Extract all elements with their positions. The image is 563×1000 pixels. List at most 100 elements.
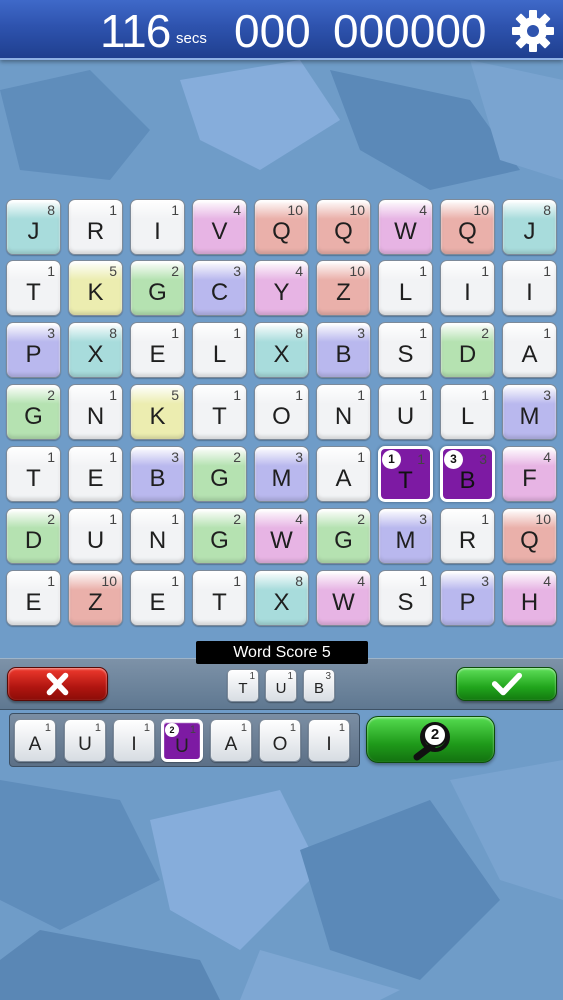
- grid-tile[interactable]: X8: [254, 570, 309, 626]
- grid-tile[interactable]: T1: [6, 260, 61, 316]
- grid-tile[interactable]: N1: [68, 384, 123, 440]
- grid-tile[interactable]: G2: [316, 508, 371, 564]
- grid-tile[interactable]: P3: [6, 322, 61, 378]
- grid-tile[interactable]: E1: [68, 446, 123, 502]
- grid-tile[interactable]: M3: [502, 384, 557, 440]
- grid-tile[interactable]: T11: [378, 446, 433, 502]
- tile-letter: Z: [336, 279, 351, 306]
- tile-points: 1: [94, 722, 101, 734]
- grid-tile[interactable]: I1: [440, 260, 495, 316]
- grid-tile[interactable]: Q 10: [440, 199, 495, 255]
- tile-letter: T: [398, 467, 413, 494]
- grid-tile[interactable]: Y4: [254, 260, 309, 316]
- tile-points: 3: [479, 451, 487, 467]
- grid-tile[interactable]: W4: [316, 570, 371, 626]
- tile-points: 1: [357, 387, 365, 403]
- tile-letter: H: [520, 589, 539, 616]
- tile-points: 1: [419, 325, 427, 341]
- grid-tile[interactable]: Q 10: [254, 199, 309, 255]
- gear-icon[interactable]: [511, 9, 555, 53]
- grid-tile[interactable]: T1: [6, 446, 61, 502]
- grid-tile[interactable]: N1: [130, 508, 185, 564]
- tile-letter: G: [210, 527, 229, 554]
- grid-tile[interactable]: S1: [378, 322, 433, 378]
- grid-tile[interactable]: M3: [378, 508, 433, 564]
- grid-tile[interactable]: E1: [6, 570, 61, 626]
- rack-tile[interactable]: A1: [210, 719, 252, 762]
- hint-button[interactable]: 2: [366, 716, 495, 763]
- grid-tile[interactable]: G2: [6, 384, 61, 440]
- grid-tile[interactable]: L1: [378, 260, 433, 316]
- clear-word-button[interactable]: [7, 667, 108, 701]
- grid-tile[interactable]: J8: [502, 199, 557, 255]
- tile-letter: I: [326, 734, 332, 755]
- grid-tile[interactable]: D2: [440, 322, 495, 378]
- grid-tile[interactable]: D2: [6, 508, 61, 564]
- rack-tile[interactable]: U1: [64, 719, 106, 762]
- grid-tile[interactable]: C3: [192, 260, 247, 316]
- rack-tile[interactable]: U12: [161, 719, 203, 762]
- grid-tile[interactable]: A1: [502, 322, 557, 378]
- tile-letter: Q: [334, 218, 353, 245]
- tile-letter: T: [26, 279, 41, 306]
- grid-tile[interactable]: L1: [440, 384, 495, 440]
- grid-tile[interactable]: L1: [192, 322, 247, 378]
- grid-tile[interactable]: W4: [254, 508, 309, 564]
- grid-tile[interactable]: P3: [440, 570, 495, 626]
- rack-tile[interactable]: O1: [259, 719, 301, 762]
- grid-tile[interactable]: H4: [502, 570, 557, 626]
- grid-tile[interactable]: F4: [502, 446, 557, 502]
- tile-points: 1: [289, 722, 296, 734]
- tile-letter: F: [522, 465, 537, 492]
- rack-tile[interactable]: A1: [14, 719, 56, 762]
- grid-tile[interactable]: K5: [68, 260, 123, 316]
- tile-letter: A: [28, 734, 42, 755]
- grid-tile[interactable]: G2: [192, 446, 247, 502]
- grid-tile[interactable]: U1: [378, 384, 433, 440]
- tile-points: 1: [109, 387, 117, 403]
- rack-tile[interactable]: I1: [308, 719, 350, 762]
- tile-letter: T: [212, 403, 227, 430]
- grid-tile[interactable]: Z 10: [316, 260, 371, 316]
- grid-tile[interactable]: Q 10: [316, 199, 371, 255]
- tile-letter: K: [149, 403, 166, 430]
- tile-points: 1: [109, 449, 117, 465]
- grid-tile[interactable]: B3: [316, 322, 371, 378]
- grid-tile[interactable]: W4: [378, 199, 433, 255]
- grid-tile[interactable]: S1: [378, 570, 433, 626]
- grid-tile[interactable]: R1: [440, 508, 495, 564]
- grid-tile[interactable]: M3: [254, 446, 309, 502]
- grid-tile[interactable]: T1: [192, 384, 247, 440]
- grid-tile[interactable]: V4: [192, 199, 247, 255]
- grid-tile[interactable]: K5: [130, 384, 185, 440]
- grid-tile[interactable]: G2: [130, 260, 185, 316]
- rack-tile[interactable]: I1: [113, 719, 155, 762]
- grid-tile[interactable]: E1: [130, 322, 185, 378]
- grid-tile[interactable]: A1: [316, 446, 371, 502]
- grid-tile[interactable]: E1: [130, 570, 185, 626]
- grid-tile[interactable]: Z 10: [68, 570, 123, 626]
- grid-tile[interactable]: O1: [254, 384, 309, 440]
- grid-tile[interactable]: B33: [440, 446, 495, 502]
- tile-points: 1: [233, 325, 241, 341]
- tile-points: 1: [47, 449, 55, 465]
- grid-tile[interactable]: R1: [68, 199, 123, 255]
- tile-letter: Q: [520, 527, 539, 554]
- grid-tile[interactable]: T1: [192, 570, 247, 626]
- grid-tile[interactable]: I1: [130, 199, 185, 255]
- tile-letter: U: [396, 403, 415, 430]
- grid-tile[interactable]: N1: [316, 384, 371, 440]
- grid-tile[interactable]: X8: [68, 322, 123, 378]
- grid-tile[interactable]: J8: [6, 199, 61, 255]
- submit-word-button[interactable]: [456, 667, 557, 701]
- grid-tile[interactable]: Q 10: [502, 508, 557, 564]
- grid-tile[interactable]: X8: [254, 322, 309, 378]
- tile-points: 8: [109, 325, 117, 341]
- grid-tile[interactable]: I1: [502, 260, 557, 316]
- grid-tile[interactable]: U1: [68, 508, 123, 564]
- tile-points: 1: [481, 511, 489, 527]
- grid-tile[interactable]: B3: [130, 446, 185, 502]
- tile-points: 4: [295, 263, 303, 279]
- grid-tile[interactable]: G2: [192, 508, 247, 564]
- tile-points: 1: [109, 202, 117, 218]
